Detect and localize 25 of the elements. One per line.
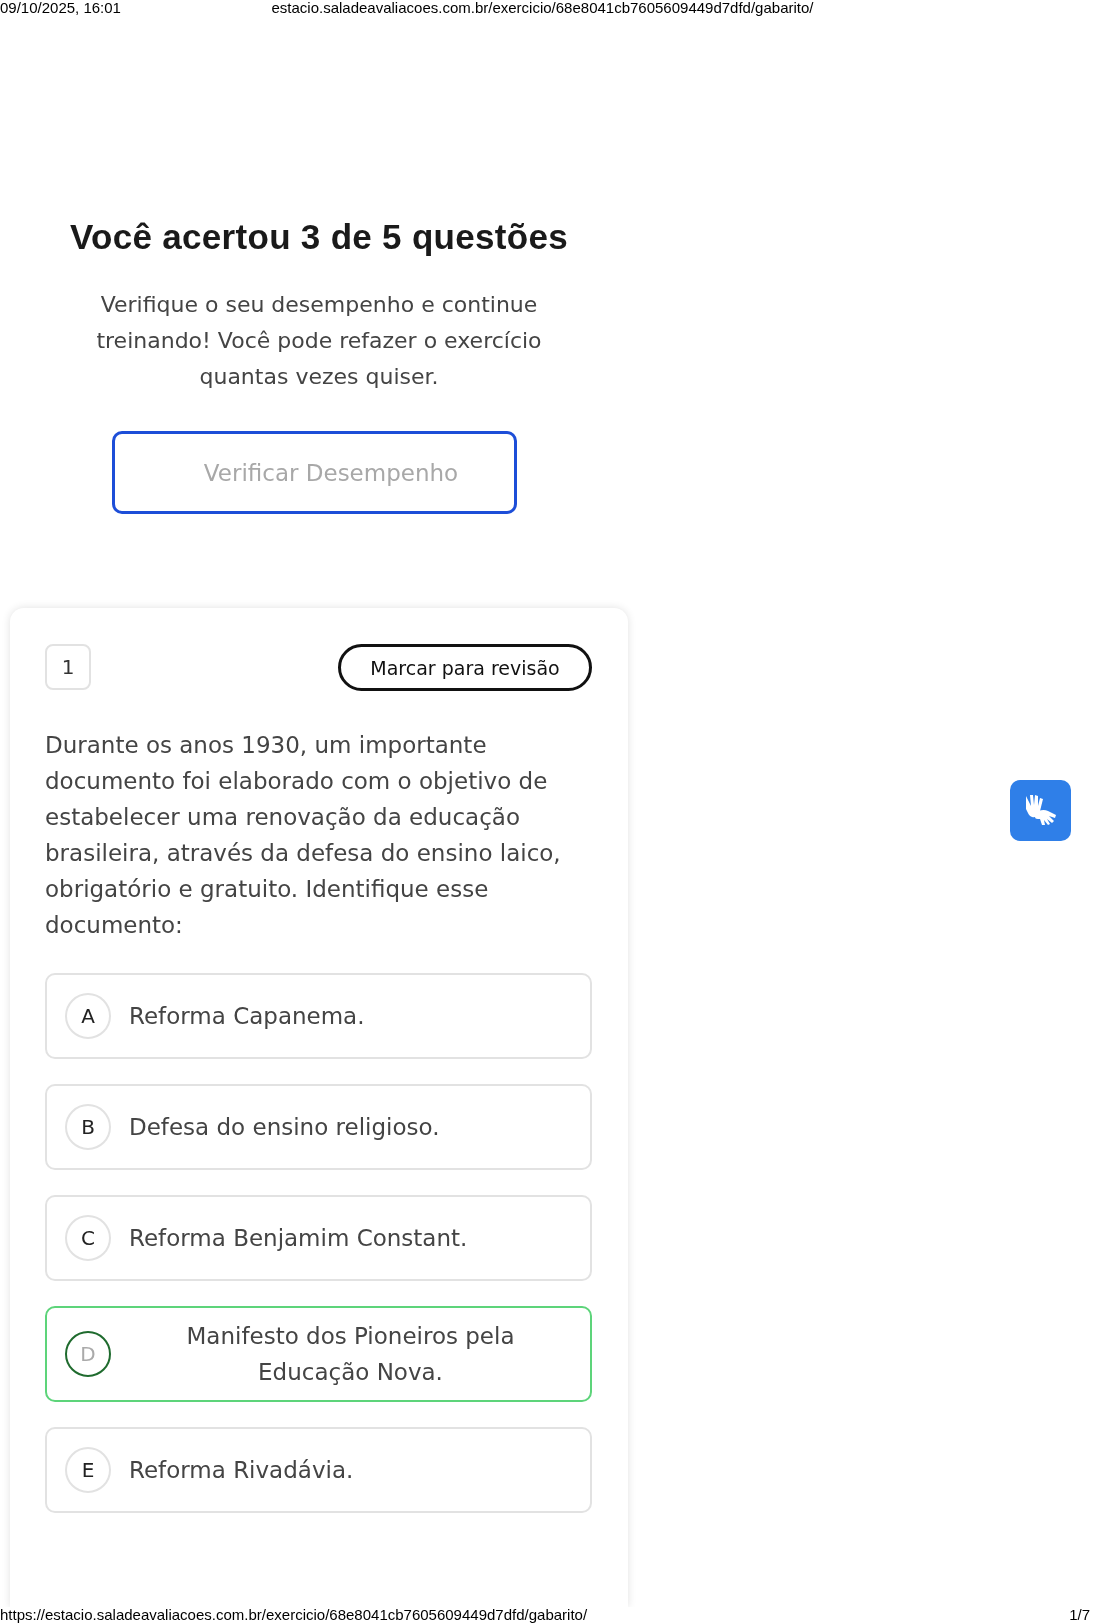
option-letter: A [65, 993, 111, 1039]
option-letter: B [65, 1104, 111, 1150]
print-date: 09/10/2025, 16:01 [0, 0, 121, 16]
answer-option[interactable]: A Reforma Capanema. [45, 973, 592, 1059]
answer-option[interactable]: D Manifesto dos Pioneiros pela Educação Nova. [45, 1306, 592, 1402]
result-message: Verifique o seu desempenho e continue treinando! Você pode refazer o exercício quantas vezes quiser. [95, 291, 543, 391]
result-title: Você acertou 3 de 5 questões [70, 217, 568, 257]
page-number: 1/7 [1069, 1607, 1091, 1623]
question-text: Durante os anos 1930, um importante documento foi elaborado com o objetivo de estabelecer uma renovação da educação brasileira, através da defesa do ensino laico, obrigatório e gratuito. Identifique esse documento: [45, 731, 562, 940]
answer-option[interactable]: B Defesa do ensino religioso. [45, 1084, 592, 1170]
question-number: 1 [45, 644, 91, 690]
option-text: Manifesto dos Pioneiros pela Educação Nova. [185, 1322, 516, 1387]
option-text: Reforma Benjamim Constant. [129, 1224, 469, 1253]
option-text: Defesa do ensino religioso. [129, 1113, 441, 1142]
option-letter: E [65, 1447, 111, 1493]
mark-for-review-button[interactable]: Marcar para revisão [338, 644, 592, 691]
option-letter: D [65, 1331, 111, 1377]
option-text: Reforma Rivadávia. [129, 1456, 355, 1485]
answer-option[interactable]: C Reforma Benjamim Constant. [45, 1195, 592, 1281]
option-letter: C [65, 1215, 111, 1261]
sign-language-button[interactable] [1010, 780, 1071, 841]
answer-option[interactable]: E Reforma Rivadávia. [45, 1427, 592, 1513]
option-text: Reforma Capanema. [129, 1002, 366, 1031]
print-footer-url: https://estacio.saladeavaliacoes.com.br/exercicio/68e8041cb7605609449d7dfd/gabarito/ [0, 1607, 589, 1623]
print-url: estacio.saladeavaliacoes.com.br/exercicio/68e8041cb7605609449d7dfd/gabarito/ [270, 0, 815, 16]
